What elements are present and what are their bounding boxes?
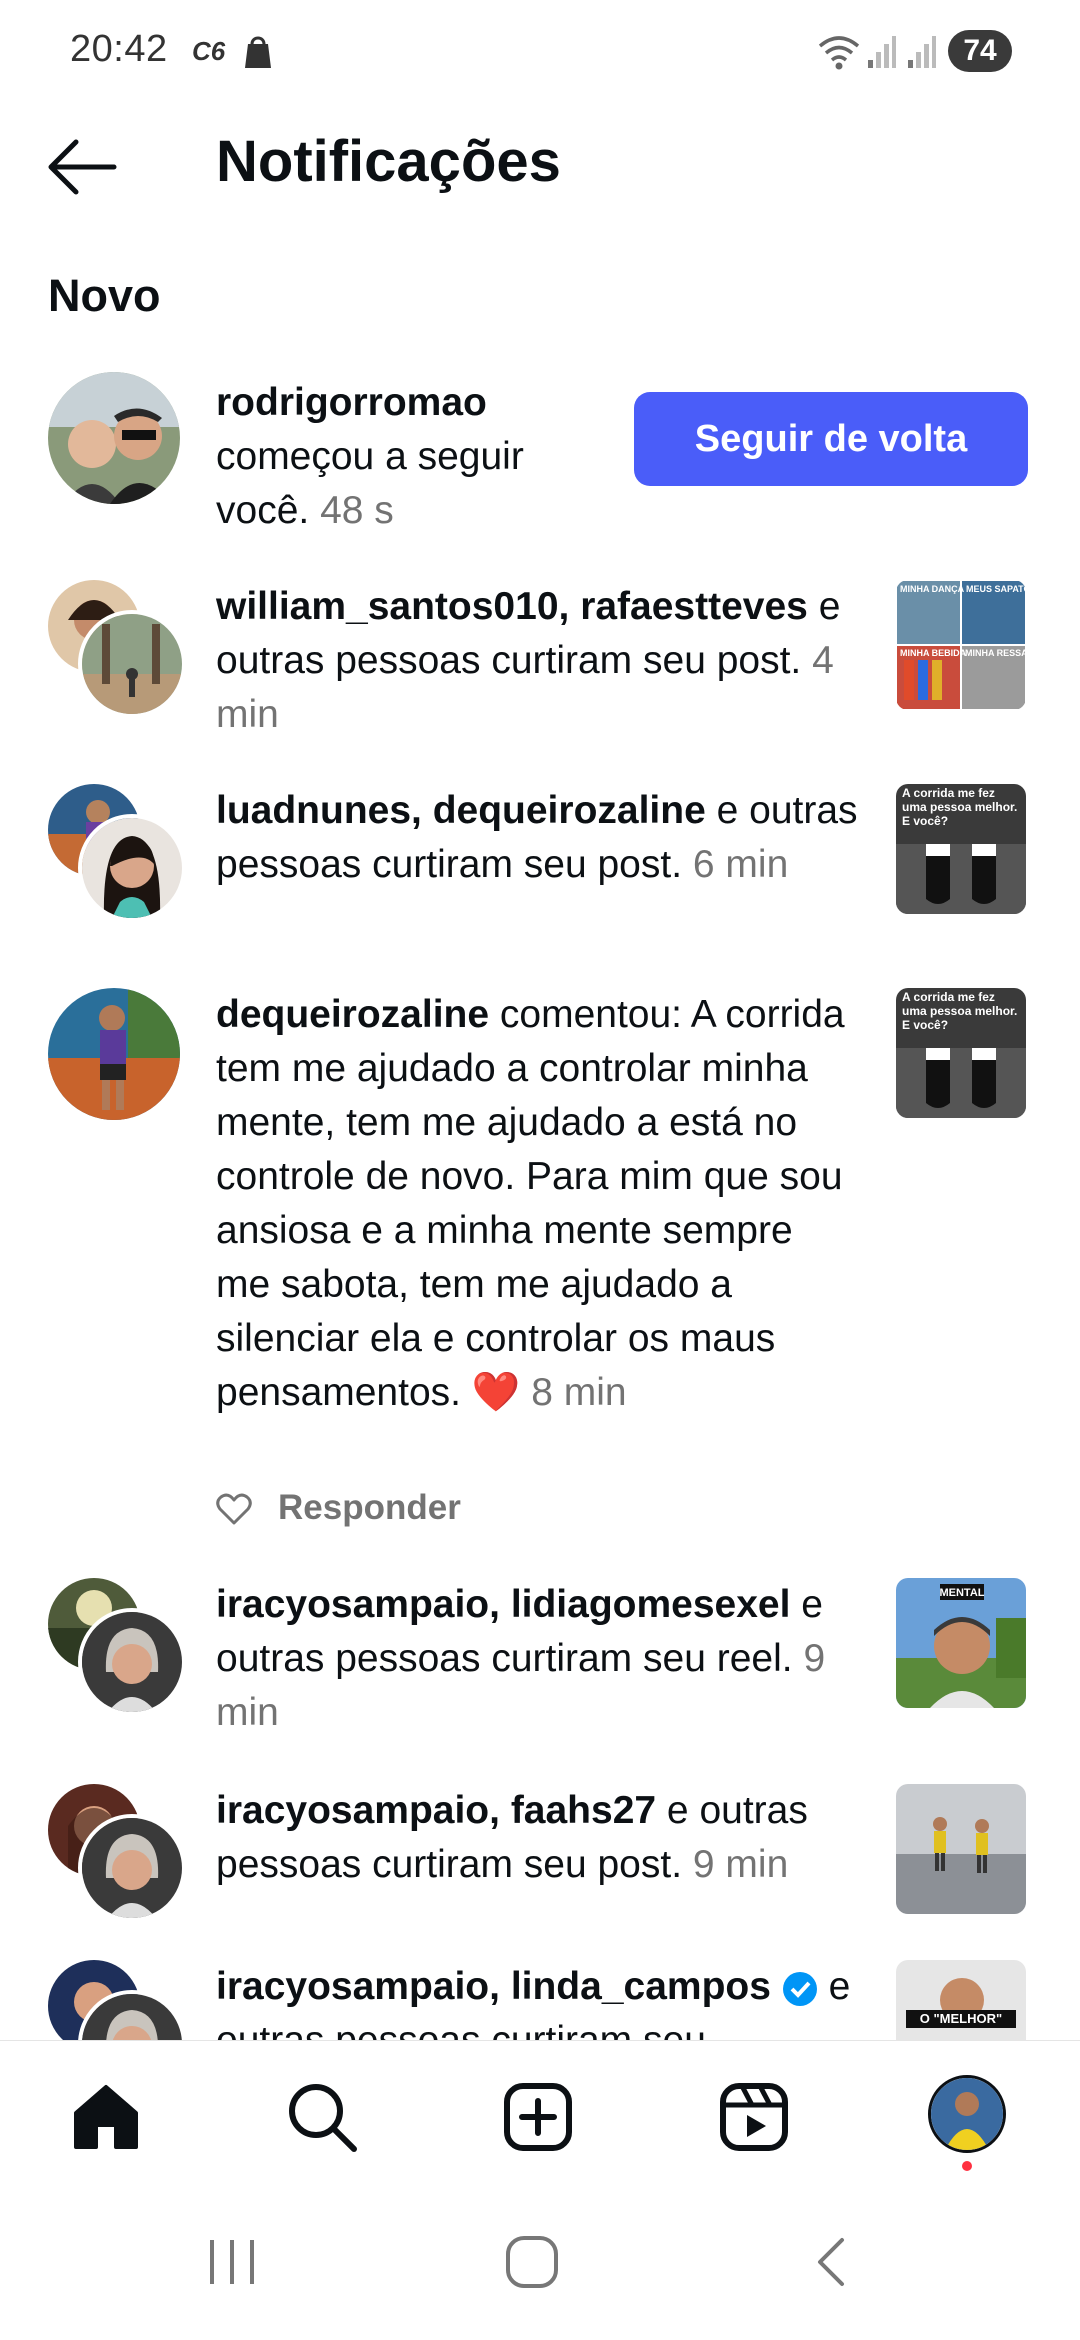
post-thumbnail[interactable]: A corrida me fez uma pessoa melhor. E vo…: [896, 784, 1026, 914]
reels-icon[interactable]: [718, 2081, 790, 2153]
username[interactable]: william_santos010: [216, 585, 559, 628]
username[interactable]: dequeirozaline: [216, 993, 489, 1036]
notification-text: iracyosampaio, lidiagomesexel e outras p…: [216, 1583, 826, 1734]
signal-icon: [908, 36, 936, 68]
notification-text: dequeirozaline comentou: A corrida tem m…: [216, 993, 845, 1414]
notification-item[interactable]: iracyosampaio, linda_campos e outras pes…: [0, 1960, 1080, 2040]
carrier-label: C6: [192, 36, 226, 66]
system-navigation: [0, 2184, 1080, 2340]
search-icon[interactable]: [286, 2081, 358, 2153]
avatar[interactable]: [48, 988, 180, 1120]
username[interactable]: iracyosampaio: [216, 1583, 489, 1626]
reel-thumbnail[interactable]: MENTAL: [896, 1578, 1026, 1708]
timestamp: 48 s: [320, 489, 394, 532]
timestamp: 9 min: [692, 1843, 789, 1886]
post-thumbnail[interactable]: MINHA DANÇA MEUS SAPATOS MINHA BEBIDA MI…: [896, 580, 1026, 710]
svg-text:MINHA DANÇA: MINHA DANÇA: [900, 584, 965, 594]
username[interactable]: linda_campos: [511, 1965, 771, 2008]
notification-item[interactable]: iracyosampaio, lidiagomesexel e outras p…: [0, 1578, 1080, 1738]
verified-badge-icon: [782, 1971, 817, 2006]
signal-icon: [868, 36, 896, 68]
status-bar: 20:42 C6 74: [0, 0, 1080, 105]
username[interactable]: iracyosampaio: [216, 1789, 489, 1832]
svg-text:O "MELHOR": O "MELHOR": [920, 2011, 1002, 2026]
notification-item[interactable]: luadnunes, dequeirozaline e outras pesso…: [0, 784, 1080, 944]
avatar: [78, 814, 186, 922]
timestamp: 6 min: [692, 843, 789, 886]
status-time: 20:42: [70, 28, 168, 70]
shopping-bag-icon: [245, 36, 271, 68]
back-button-icon[interactable]: [806, 2234, 862, 2290]
notification-dot: [962, 2161, 972, 2171]
username[interactable]: rodrigorromao: [216, 381, 487, 424]
notification-item[interactable]: iracyosampaio, faahs27 e outras pessoas …: [0, 1784, 1080, 1924]
svg-text:MENTAL: MENTAL: [939, 1587, 984, 1599]
username[interactable]: faahs27: [511, 1789, 656, 1832]
notification-text: iracyosampaio, faahs27 e outras pessoas …: [216, 1789, 808, 1886]
wifi-icon: [818, 36, 860, 70]
reply-button[interactable]: Responder: [278, 1488, 461, 1528]
notification-text: iracyosampaio, linda_campos e outras pes…: [216, 1965, 851, 2040]
post-thumbnail[interactable]: A corrida me fez uma pessoa melhor. E vo…: [896, 988, 1026, 1118]
notification-item[interactable]: william_santos010, rafaestteves e outras…: [0, 580, 1080, 740]
create-icon[interactable]: [502, 2081, 574, 2153]
post-thumbnail[interactable]: [896, 1784, 1026, 1914]
timestamp: 8 min: [531, 1371, 627, 1414]
avatar: [78, 610, 186, 718]
avatar: [78, 1814, 186, 1922]
section-title: Novo: [48, 270, 161, 321]
arrow-left-icon[interactable]: [46, 134, 118, 200]
battery-indicator: 74: [948, 30, 1012, 72]
avatar[interactable]: [48, 372, 180, 504]
home-icon[interactable]: [70, 2081, 142, 2153]
recent-apps-icon[interactable]: [204, 2234, 260, 2290]
notification-item[interactable]: dequeirozaline comentou: A corrida tem m…: [0, 988, 1080, 1548]
svg-text:MINHA RESSACA: MINHA RESSACA: [965, 648, 1026, 658]
notification-text: luadnunes, dequeirozaline e outras pesso…: [216, 789, 858, 886]
heart-icon[interactable]: [216, 1492, 252, 1526]
username[interactable]: iracyosampaio: [216, 1965, 489, 2008]
notification-text: rodrigorromao começou a seguir você. 48 …: [216, 381, 524, 532]
username[interactable]: rafaestteves: [580, 585, 808, 628]
notification-text: william_santos010, rafaestteves e outras…: [216, 585, 841, 736]
page-title: Notificações: [216, 129, 561, 194]
username[interactable]: luadnunes: [216, 789, 411, 832]
avatar: [78, 1608, 186, 1716]
follow-back-button[interactable]: Seguir de volta: [634, 392, 1028, 486]
bottom-navigation: [0, 2040, 1080, 2185]
post-thumbnail[interactable]: O "MELHOR": [896, 1960, 1026, 2040]
home-button-icon[interactable]: [504, 2234, 560, 2290]
username[interactable]: dequeirozaline: [433, 789, 706, 832]
username[interactable]: lidiagomesexel: [511, 1583, 791, 1626]
svg-text:MINHA BEBIDA: MINHA BEBIDA: [900, 648, 967, 658]
profile-avatar[interactable]: [928, 2075, 1006, 2153]
svg-text:MEUS SAPATOS: MEUS SAPATOS: [966, 584, 1026, 594]
